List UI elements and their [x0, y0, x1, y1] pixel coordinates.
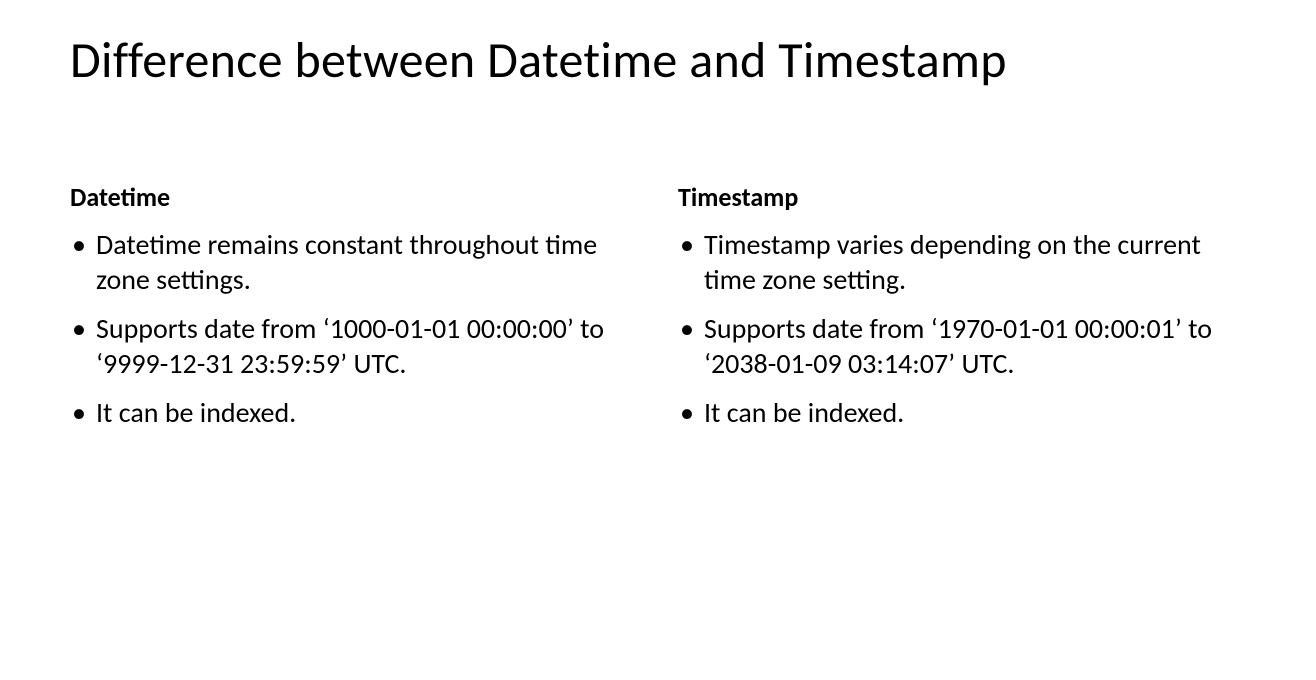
right-heading: Timestamp	[678, 181, 1246, 213]
list-item: Timestamp varies depending on the curren…	[678, 227, 1246, 297]
slide-title: Difference between Datetime and Timestam…	[70, 30, 1246, 91]
list-item: It can be indexed.	[70, 395, 638, 430]
left-heading: Datetime	[70, 181, 638, 213]
right-list: Timestamp varies depending on the curren…	[678, 227, 1246, 430]
list-item: Datetime remains constant throughout tim…	[70, 227, 638, 297]
list-item: Supports date from ‘1000-01-01 00:00:00’…	[70, 311, 638, 381]
right-column: Timestamp Timestamp varies depending on …	[678, 181, 1246, 444]
list-item: Supports date from ‘1970-01-01 00:00:01’…	[678, 311, 1246, 381]
list-item: It can be indexed.	[678, 395, 1246, 430]
left-column: Datetime Datetime remains constant throu…	[70, 181, 638, 444]
content-columns: Datetime Datetime remains constant throu…	[70, 181, 1246, 444]
left-list: Datetime remains constant throughout tim…	[70, 227, 638, 430]
